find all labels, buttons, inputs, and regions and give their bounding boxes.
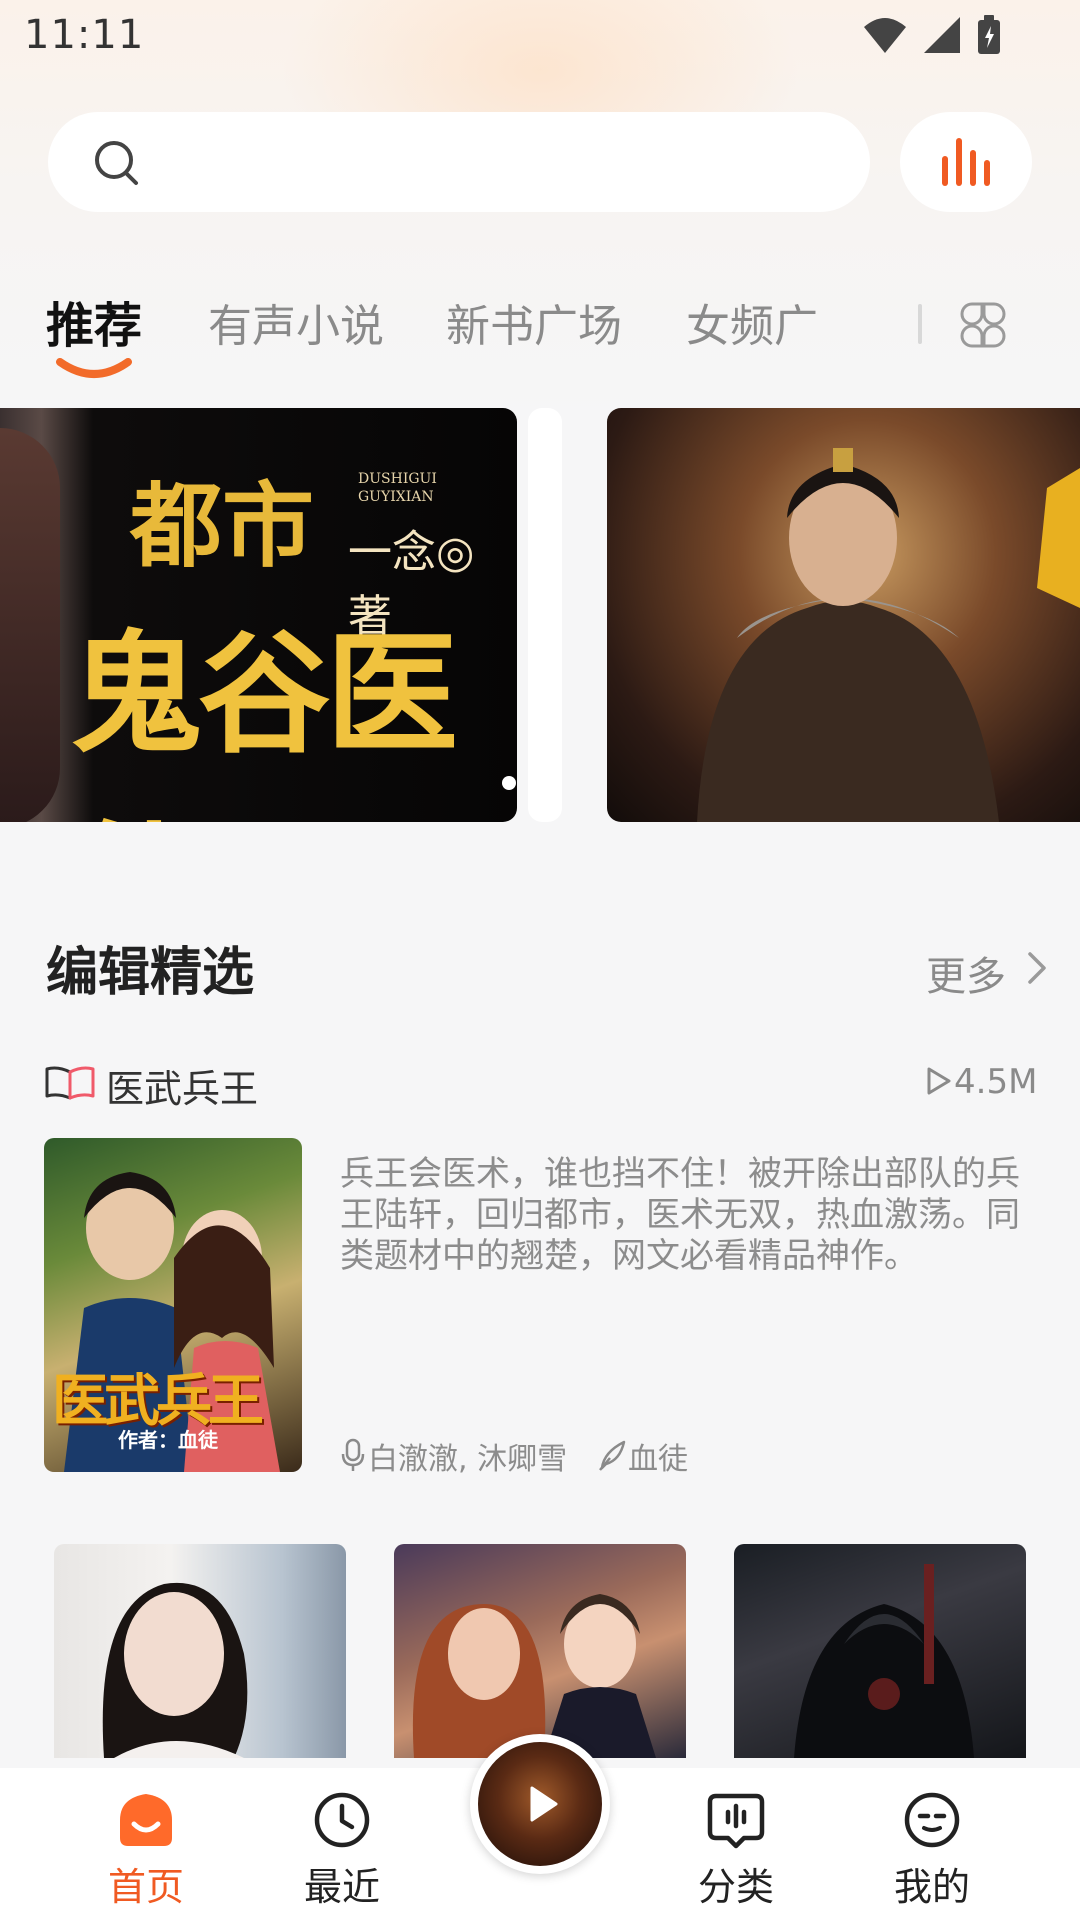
tab-recommend[interactable]: 推荐	[46, 286, 142, 356]
now-playing-cover	[478, 1742, 602, 1866]
banner-title-line1: 都市	[130, 472, 315, 580]
nav-home[interactable]: 首页	[76, 1768, 216, 1920]
nav-recent[interactable]: 最近	[272, 1768, 412, 1920]
play-icon	[530, 1786, 558, 1822]
search-icon	[95, 141, 138, 185]
banner-title-line2: 鬼谷医仙	[70, 617, 458, 822]
grid-book-cover-2[interactable]	[394, 1544, 686, 1758]
status-icons	[862, 14, 1002, 56]
nav-recent-label: 最近	[303, 1865, 380, 1909]
couple-illustration	[412, 1594, 656, 1758]
featured-narrators: 白澈澈, 沐卿雪	[368, 1442, 568, 1477]
profile-icon	[904, 1792, 960, 1848]
home-icon	[120, 1794, 172, 1846]
featured-description: 兵王会医术，谁也挡不住！被开除出部队的兵王陆轩，回归都市，医术无双，热血激荡。同…	[340, 1154, 1020, 1276]
chevron-right-icon[interactable]	[1026, 950, 1050, 986]
sound-bars-icon	[942, 138, 990, 186]
pen-icon	[599, 1440, 626, 1471]
grid-book-cover-3[interactable]	[734, 1544, 1026, 1758]
nav-home-label: 首页	[107, 1865, 184, 1909]
now-playing-button[interactable]	[470, 1734, 610, 1874]
woman-portrait-illustration	[102, 1582, 248, 1758]
status-time: 11:11	[24, 12, 145, 58]
featured-play-count: 4.5M	[954, 1062, 1038, 1102]
category-tabs: 推荐 有声小说 新书广场 女频广	[46, 290, 1046, 400]
featured-cover-author: 作者：血徒	[118, 1428, 218, 1452]
search-input[interactable]	[168, 136, 828, 188]
tab-active-indicator	[56, 358, 132, 378]
nav-category[interactable]: 分类	[666, 1768, 806, 1920]
nav-profile[interactable]: 我的	[862, 1768, 1002, 1920]
microphone-icon	[341, 1438, 365, 1471]
carousel-dot	[502, 776, 516, 790]
tab-audio-novels[interactable]: 有声小说	[208, 290, 384, 354]
warrior-illustration	[697, 448, 1080, 822]
banner-pinyin: DUSHIGUI GUYIXIAN	[358, 471, 437, 505]
wifi-icon	[864, 18, 906, 53]
tab-new-books[interactable]: 新书广场	[446, 290, 622, 354]
search-bar[interactable]	[48, 112, 870, 212]
grid-book-cover-1[interactable]	[54, 1544, 346, 1758]
section-title: 编辑精选	[46, 943, 255, 1003]
battery-icon	[978, 15, 1000, 54]
nav-profile-label: 我的	[893, 1865, 970, 1909]
clock-icon	[314, 1792, 370, 1848]
status-bar: 11:11	[0, 0, 1080, 72]
open-book-icon	[45, 1066, 95, 1100]
banner-armored-warrior[interactable]	[607, 408, 1080, 822]
banner-book-cover[interactable]: DUSHIGUIGUYIXIAN 都市 一念◎著 鬼谷医仙	[0, 408, 517, 822]
signal-icon	[924, 17, 960, 53]
play-count-icon	[927, 1067, 951, 1095]
tab-female-channel[interactable]: 女频广	[686, 290, 818, 354]
featured-author: 血徒	[628, 1442, 688, 1477]
dark-warrior-illustration	[794, 1564, 974, 1758]
banner-placeholder	[528, 408, 562, 822]
banner-portrait-edge	[0, 428, 60, 822]
nav-category-label: 分类	[697, 1865, 774, 1909]
featured-book-cover[interactable]: 医武兵王 作者：血徒	[44, 1138, 302, 1472]
audio-rank-button[interactable]	[900, 112, 1032, 212]
category-icon	[707, 1793, 765, 1849]
tab-divider	[918, 304, 922, 344]
grid-menu-icon[interactable]	[958, 300, 1008, 350]
section-more-link[interactable]: 更多	[926, 944, 1006, 1002]
featured-book-title[interactable]: 医武兵王	[106, 1058, 258, 1113]
